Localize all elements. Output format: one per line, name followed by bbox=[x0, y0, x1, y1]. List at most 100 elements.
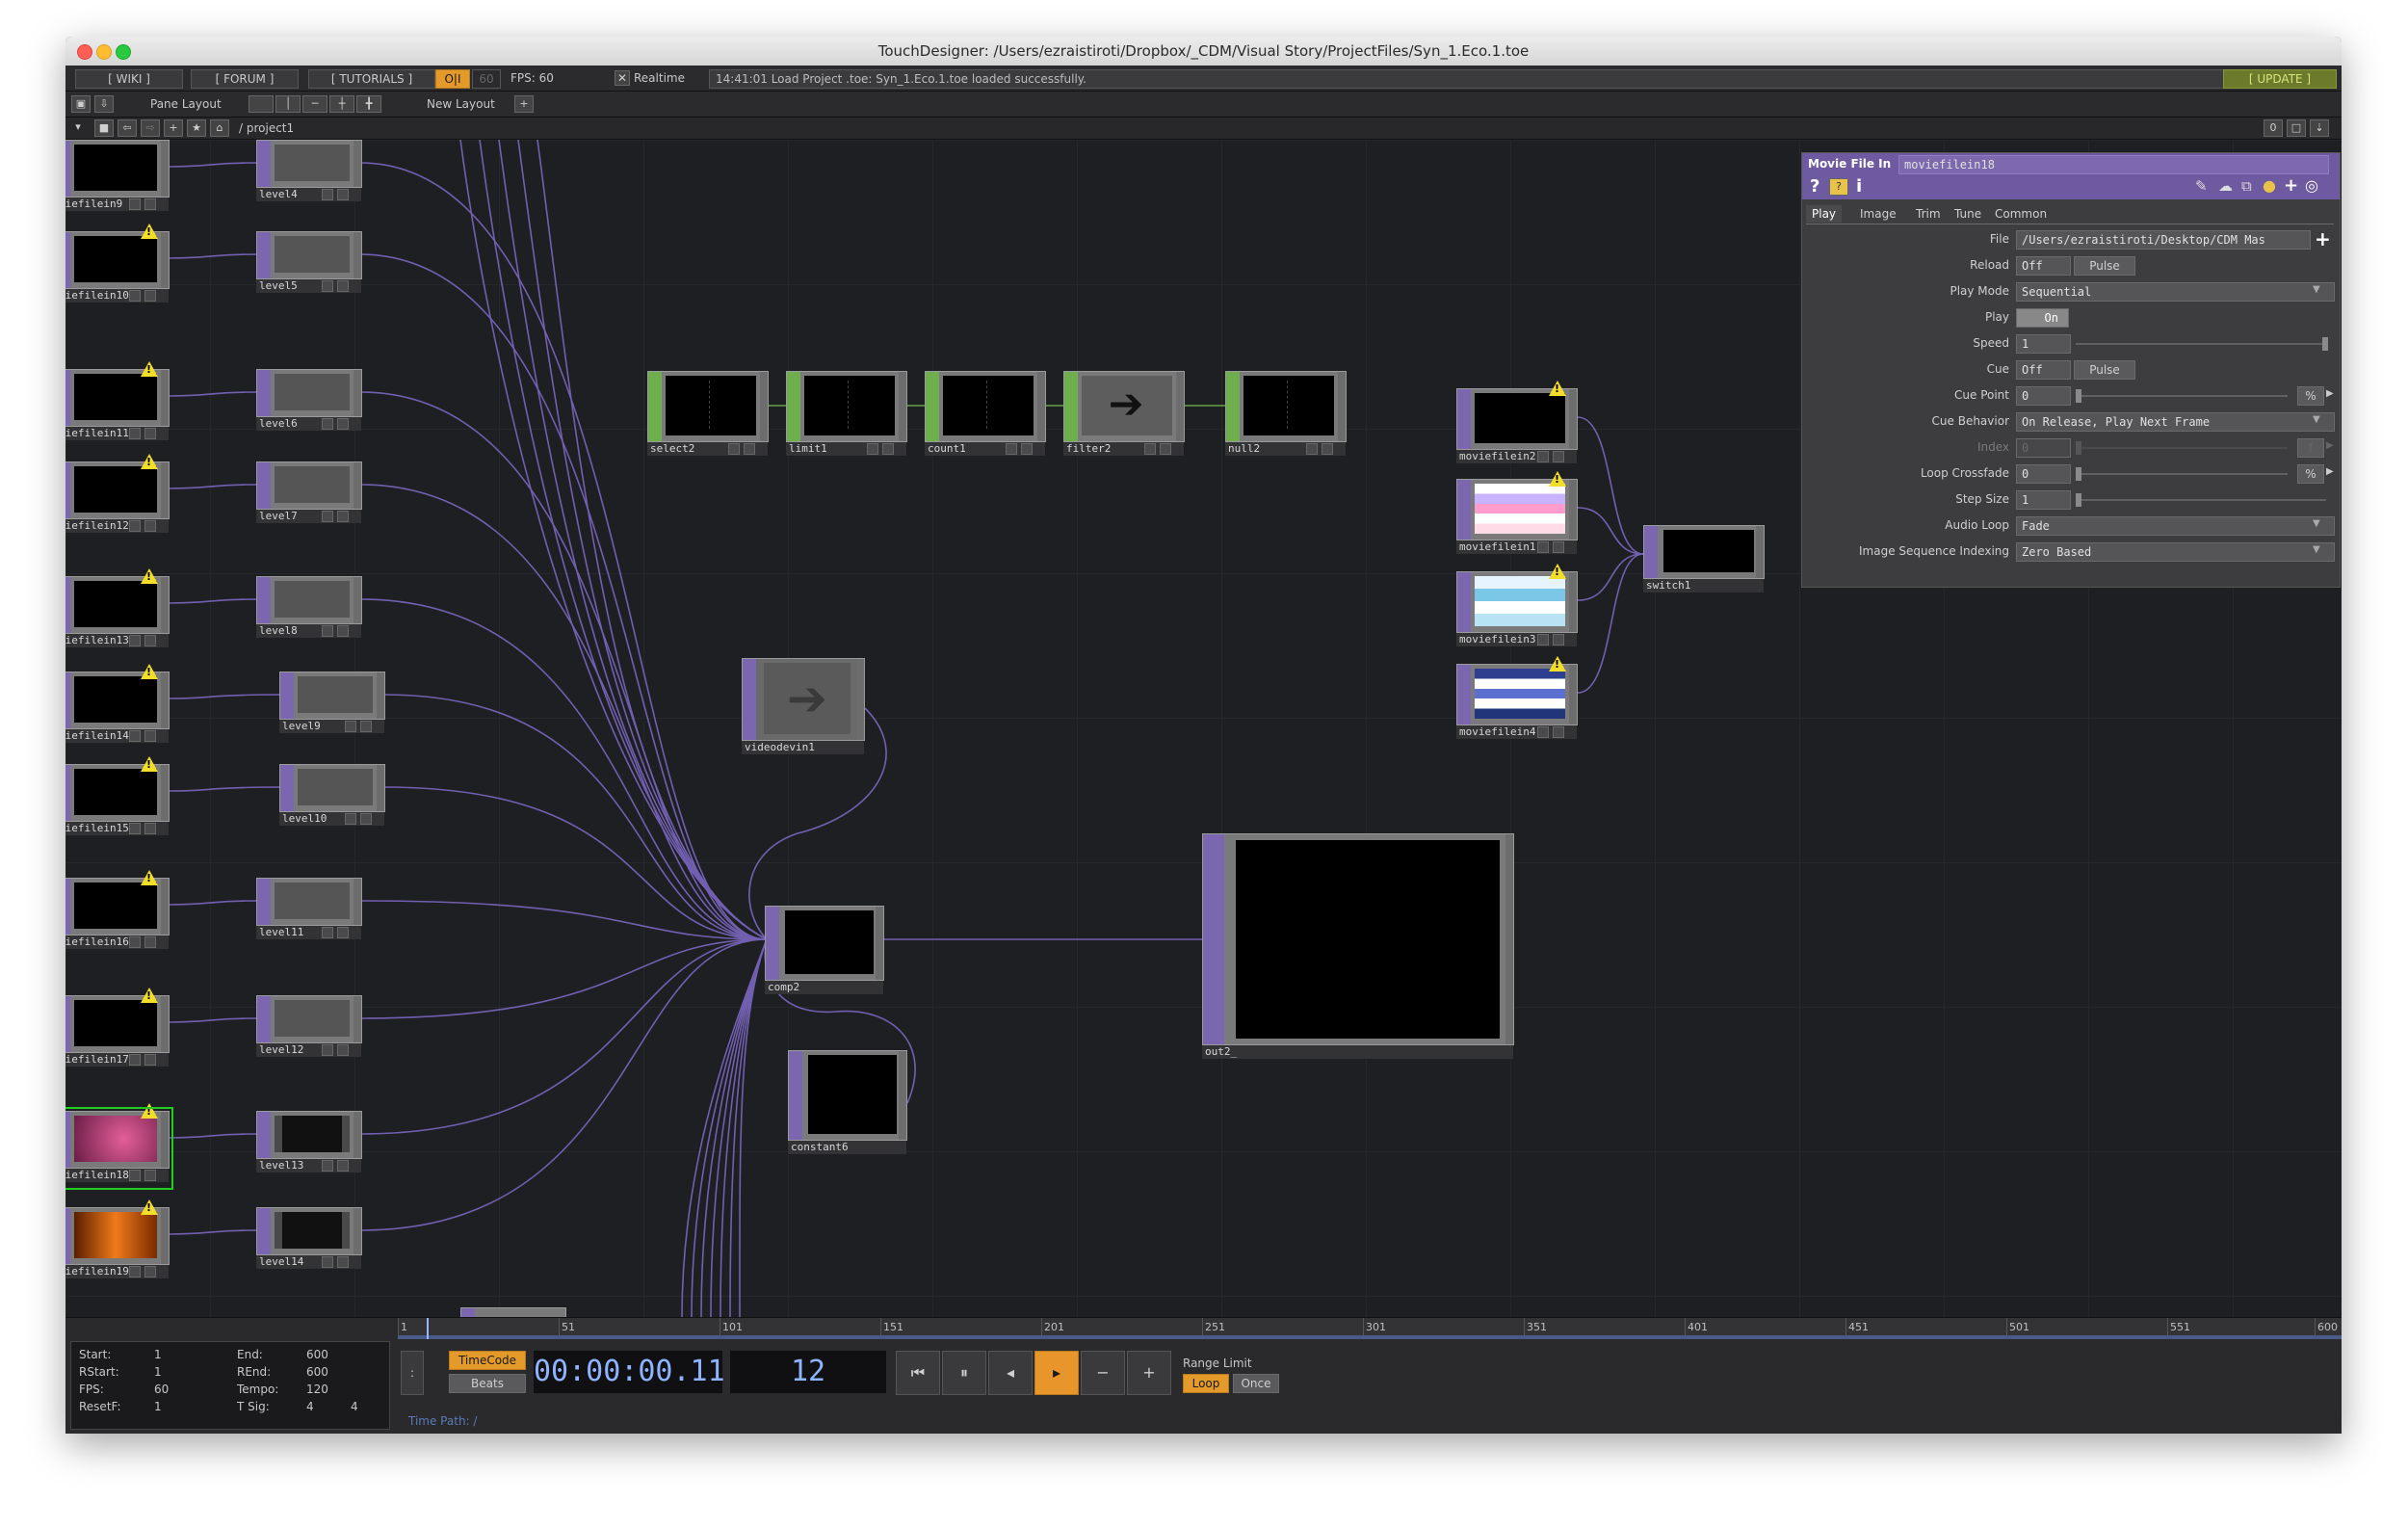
timecode-display[interactable]: 00:00:00.11 bbox=[534, 1351, 725, 1393]
moviefilein-node[interactable]: moviefilein1! bbox=[1456, 471, 1578, 556]
level-node[interactable]: level5 bbox=[256, 231, 362, 295]
node-viewer-toggle[interactable] bbox=[1537, 726, 1549, 738]
target-icon[interactable]: ◎ bbox=[2305, 176, 2318, 195]
node-bypass-toggle[interactable] bbox=[337, 189, 349, 200]
param-loop-crossfade-field[interactable]: 0 bbox=[2016, 464, 2071, 484]
node-bypass-toggle[interactable] bbox=[1553, 726, 1564, 738]
chevron-down-icon[interactable]: ▼ bbox=[2313, 414, 2320, 425]
node-viewer-toggle[interactable] bbox=[1144, 443, 1156, 455]
tab-play[interactable]: Play bbox=[1806, 205, 1843, 223]
resetf-value[interactable]: 1 bbox=[154, 1400, 162, 1413]
warning-icon[interactable]: ! bbox=[141, 568, 158, 584]
node-viewer-toggle[interactable] bbox=[322, 418, 333, 430]
moviefilein-node[interactable]: viefilein12! bbox=[65, 454, 170, 535]
node-viewer-toggle[interactable] bbox=[129, 1266, 141, 1278]
tutorials-button[interactable]: [ TUTORIALS ] bbox=[308, 69, 435, 89]
node-viewer-toggle[interactable] bbox=[1537, 451, 1549, 462]
node-viewer-toggle[interactable] bbox=[345, 721, 356, 732]
rend-value[interactable]: 600 bbox=[306, 1365, 328, 1379]
level-node[interactable]: level4 bbox=[256, 140, 362, 203]
warning-icon[interactable]: ! bbox=[141, 664, 158, 679]
moviefilein-node[interactable]: moviefilein4! bbox=[1456, 656, 1578, 741]
python-help-icon[interactable]: ? bbox=[1829, 178, 1848, 196]
copy-icon[interactable]: ⧉ bbox=[2241, 177, 2252, 195]
warning-icon[interactable]: ! bbox=[141, 988, 158, 1003]
node-bypass-toggle[interactable] bbox=[337, 1256, 349, 1268]
step-back-button[interactable]: ◂ bbox=[988, 1351, 1033, 1395]
layout-three-icon[interactable]: ┼ bbox=[329, 95, 354, 113]
node-viewer-toggle[interactable] bbox=[129, 428, 141, 439]
switch-node[interactable]: switch1 bbox=[1643, 525, 1765, 594]
warning-icon[interactable]: ! bbox=[141, 454, 158, 469]
level-node[interactable]: level7 bbox=[256, 461, 362, 525]
moviefilein-node[interactable]: viefilein19! bbox=[65, 1199, 170, 1280]
browse-file-icon[interactable]: + bbox=[2315, 227, 2331, 250]
perform-mode-button[interactable]: O|I bbox=[435, 69, 470, 89]
node-viewer-toggle[interactable] bbox=[129, 198, 141, 210]
param-audio-loop-field[interactable]: Fade bbox=[2016, 516, 2335, 536]
level-node[interactable]: level14 bbox=[256, 1207, 362, 1271]
warning-icon[interactable]: ! bbox=[1549, 656, 1566, 672]
help-icon[interactable]: ? bbox=[1810, 176, 1819, 197]
node-viewer-toggle[interactable] bbox=[322, 927, 333, 938]
chevron-right-icon[interactable]: ▶ bbox=[2326, 388, 2334, 399]
op-name-field[interactable]: moviefilein18 bbox=[1898, 155, 2329, 174]
moviefilein-node[interactable]: moviefilein2! bbox=[1456, 381, 1578, 465]
pane-menu-icon[interactable]: ▾ bbox=[69, 119, 87, 135]
pin-pane-icon[interactable]: ⇣ bbox=[2310, 119, 2329, 137]
node-viewer-toggle[interactable] bbox=[322, 625, 333, 637]
chevron-right-icon[interactable]: ▶ bbox=[2326, 440, 2334, 451]
param-cue-point-field[interactable]: 0 bbox=[2016, 386, 2071, 406]
warning-icon[interactable]: ! bbox=[141, 756, 158, 772]
home-icon[interactable]: ⌂ bbox=[210, 119, 229, 137]
node-bypass-toggle[interactable] bbox=[337, 927, 349, 938]
start-value[interactable]: 1 bbox=[154, 1348, 162, 1361]
level-node[interactable]: level12 bbox=[256, 995, 362, 1059]
frame-display[interactable]: 12 bbox=[730, 1351, 886, 1393]
wiki-button[interactable]: [ WIKI ] bbox=[75, 69, 183, 89]
constant-node[interactable]: constant6 bbox=[788, 1050, 907, 1156]
tsig-value-1[interactable]: 4 bbox=[306, 1400, 314, 1413]
warning-icon[interactable]: ! bbox=[141, 361, 158, 377]
node-bypass-toggle[interactable] bbox=[337, 1160, 349, 1172]
chevron-right-icon[interactable]: ▶ bbox=[2326, 466, 2334, 477]
stop-icon[interactable]: ■ bbox=[94, 119, 114, 137]
param-speed-field[interactable]: 1 bbox=[2016, 334, 2071, 354]
forward-icon[interactable]: ⇨ bbox=[141, 119, 160, 137]
node-viewer-toggle[interactable] bbox=[867, 443, 878, 455]
node-viewer-toggle[interactable] bbox=[1537, 541, 1549, 553]
node-viewer-toggle[interactable] bbox=[129, 520, 141, 532]
tab-common[interactable]: Common bbox=[1989, 205, 2053, 223]
node-bypass-toggle[interactable] bbox=[144, 198, 156, 210]
param-image-sequence-indexing-field[interactable]: Zero Based bbox=[2016, 542, 2335, 562]
once-toggle[interactable]: Once bbox=[1233, 1374, 1279, 1393]
param-reload-field[interactable]: Off bbox=[2016, 256, 2071, 276]
moviefilein-node[interactable]: viefilein13! bbox=[65, 568, 170, 649]
node-viewer-toggle[interactable] bbox=[728, 443, 740, 455]
node-bypass-toggle[interactable] bbox=[144, 936, 156, 948]
warning-icon[interactable]: ! bbox=[141, 224, 158, 239]
pulse-button[interactable]: Pulse bbox=[2074, 256, 2135, 276]
moviefilein-node[interactable]: viefilein10! bbox=[65, 224, 170, 304]
param-step-size-field[interactable]: 1 bbox=[2016, 490, 2071, 510]
moviefilein-node[interactable]: viefilein17! bbox=[65, 988, 170, 1068]
star-icon[interactable]: ★ bbox=[187, 119, 206, 137]
chevron-down-icon[interactable]: ▼ bbox=[2313, 518, 2320, 529]
node-bypass-toggle[interactable] bbox=[337, 280, 349, 292]
param-slider[interactable] bbox=[2076, 343, 2326, 345]
slider-handle[interactable] bbox=[2076, 467, 2081, 481]
chop-node[interactable]: count1 bbox=[925, 371, 1046, 458]
chop-node[interactable]: filter2 ➔ bbox=[1063, 371, 1185, 458]
comp-node[interactable]: comp2 bbox=[765, 906, 884, 996]
moviefilein-node[interactable]: viefilein9 bbox=[65, 140, 170, 213]
pulse-button[interactable]: Pulse bbox=[2074, 360, 2135, 380]
param-file-field[interactable]: /Users/ezraistiroti/Desktop/CDM Mas bbox=[2016, 230, 2311, 250]
tsig-value-2[interactable]: 4 bbox=[351, 1400, 358, 1413]
level-node[interactable]: level8 bbox=[256, 576, 362, 640]
layout-split-h-icon[interactable]: ─ bbox=[302, 95, 327, 113]
node-bypass-toggle[interactable] bbox=[144, 730, 156, 742]
timecode-toggle[interactable]: TimeCode bbox=[449, 1351, 526, 1370]
maximize-pane-icon[interactable]: □ bbox=[2287, 119, 2306, 137]
node-viewer-toggle[interactable] bbox=[1537, 634, 1549, 645]
param-slider[interactable] bbox=[2076, 473, 2288, 475]
